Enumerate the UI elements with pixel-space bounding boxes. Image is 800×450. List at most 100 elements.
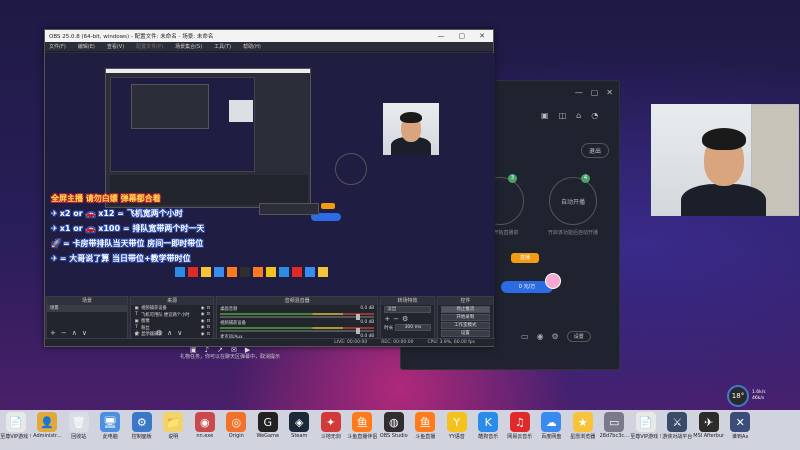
sources-header: 来源 [131,297,214,305]
logout-button[interactable]: 退出 [581,143,610,158]
desktop-shortcut[interactable]: ✦ 斗地无剑 [315,412,347,440]
desktop-shortcut[interactable]: 📄 至尊VIP游戏 领域.txt [0,412,32,440]
app-icon: 📄 [635,412,656,432]
lock-icon[interactable]: ⊡ [207,325,211,330]
menu-help[interactable]: 帮助(H) [243,43,261,50]
desktop-shortcut[interactable]: ◍ OBS Studio [378,412,410,439]
eye-icon[interactable]: ◉ [201,325,205,330]
desktop-shortcut[interactable]: ⚔ 游侠对战平台 [662,412,694,440]
obs-titlebar: OBS 25.0.8 (64-bit, windows) - 配置文件: 未命名… [45,30,493,42]
bell-icon[interactable]: ◔ [591,111,598,120]
source-item[interactable]: T 飞机可用队 便宜两个小时 ◉ ⊡ [131,312,213,319]
desktop-shortcut[interactable]: G WeGame [252,412,284,439]
desktop-shortcut[interactable]: ★ 星愿浏览器 [567,412,599,440]
chat-icon[interactable]: ▭ [521,332,529,341]
remove-icon[interactable]: − [61,329,67,337]
stop-streaming-button[interactable]: 停止推流 [440,306,490,313]
obs-preview-canvas[interactable]: 全屏主播 请勿白嫖 弹幕都合着 ✈ x2 or 🚗 x12 = 飞机宽两个小时 ✈… [45,53,495,296]
minimize-icon[interactable]: — [575,88,583,97]
add-icon[interactable]: + [134,329,140,337]
temperature-gauge: 18° [727,385,749,407]
volume-slider[interactable] [220,328,375,334]
up-icon[interactable]: ∧ [72,329,77,337]
desktop-shortcut[interactable]: 📄 至尊VIP游戏 领域1.txt [630,412,662,440]
lock-icon[interactable]: ⊡ [207,306,211,311]
settings-button[interactable]: 设置 [566,331,591,342]
menu-scene-collection[interactable]: 场景集合(S) [175,43,202,50]
scenes-dock: 场景 场景 + − ∧ ∨ [46,296,129,340]
gear-icon[interactable]: ⚙ [402,315,408,323]
scene-item[interactable]: 场景 [47,305,128,312]
desktop-shortcut[interactable]: ♫ 网易云音乐 [504,412,536,440]
studio-mode-button[interactable]: 工作室模式 [440,322,490,329]
duration-input[interactable]: 300 ms [395,324,431,331]
lock-icon[interactable]: ⊡ [207,319,211,324]
desktop-shortcut[interactable]: ⚙ 控制面板 [126,412,158,440]
desktop-shortcut[interactable]: ☁ 百度网盘 [536,412,568,440]
remove-icon[interactable]: − [393,315,399,323]
desktop-shortcut[interactable]: ✕ 谁到Ax [725,412,757,440]
shirt-icon[interactable]: ◫ [559,111,567,120]
close-icon[interactable]: ✕ [606,88,613,97]
obs-menubar: 文件(F) 编辑(E) 查看(V) 配置文件(P) 场景集合(S) 工具(T) … [45,42,493,52]
desktop-shortcut[interactable]: 🖥 此电脑 [95,412,127,440]
menu-profile[interactable]: 配置文件(P) [136,43,163,50]
menu-view[interactable]: 查看(V) [107,43,124,50]
app-icon: K [478,412,499,432]
cpu-widget[interactable]: 18° 1.6k/s 46k/s [727,384,777,408]
obs-window[interactable]: OBS 25.0.8 (64-bit, windows) - 配置文件: 未命名… [44,29,495,347]
desktop-shortcut[interactable]: ◉ nn.exe [189,412,221,439]
gear-icon[interactable]: ⚙ [552,332,559,341]
down-icon[interactable]: ∨ [82,329,87,337]
streamer-avatar[interactable] [545,273,561,289]
shortcut-label: 回收站 [71,434,87,440]
person-hair [702,128,746,150]
eye-icon[interactable]: ◉ [201,332,205,337]
menu-edit[interactable]: 编辑(E) [78,43,95,50]
desktop-shortcut[interactable]: K 酷狗音乐 [473,412,505,440]
desktop-shortcut[interactable]: 📁 说明 [158,412,190,440]
transition-select[interactable]: 淡出 [384,306,431,313]
plane-icon: ✈ [51,224,58,233]
auto-start-circle[interactable]: 4 自动开播 [549,174,597,225]
obs-statusbar: LIVE: 00:00:00 REC: 00:00:00 CPU: 3.9%, … [45,338,495,346]
desktop-shortcut[interactable]: Y YY语音 [441,412,473,440]
desktop-shortcut[interactable]: ◈ Steam [284,412,316,439]
minimize-icon[interactable]: — [438,32,445,40]
gear-icon[interactable]: ⚙ [156,329,162,337]
menu-tools[interactable]: 工具(T) [214,43,231,50]
app-icon: ☁ [541,412,562,432]
lock-icon[interactable]: ⊡ [207,312,211,317]
status-dot: 4 [581,174,590,183]
eye-icon[interactable]: ◉ [201,306,205,311]
start-recording-button[interactable]: 开始录制 [440,314,490,321]
settings-button[interactable]: 设置 [440,330,490,337]
volume-icon[interactable]: ◉ [537,332,544,341]
gift-icon[interactable]: ▣ [541,111,549,120]
menu-file[interactable]: 文件(F) [49,43,66,50]
desktop-shortcut[interactable]: 鱼斗鱼直播 [410,412,442,440]
desktop-shortcut[interactable]: 鱼斗鱼直播伴侣 [347,412,379,440]
desktop-shortcut[interactable]: 👤 Administr... [32,412,64,439]
desktop-shortcut[interactable]: ◎ Origin [221,412,253,439]
maximize-icon[interactable]: ▢ [591,88,599,97]
desktop-shortcut[interactable]: ▭ 28d7bc3c... [599,412,631,439]
volume-slider[interactable] [220,314,375,320]
eye-icon[interactable]: ◉ [201,319,205,324]
lock-icon[interactable]: ⌂ [576,111,581,120]
add-icon[interactable]: + [50,329,56,337]
app-icon: ⚔ [667,412,688,432]
up-icon[interactable]: ∧ [167,329,172,337]
maximize-icon[interactable]: ▢ [459,32,466,40]
cpu-stats: CPU: 3.9%, 60.00 fps [427,340,476,345]
lock-icon[interactable]: ⊡ [207,332,211,337]
remove-icon[interactable]: − [145,329,151,337]
desktop-shortcut[interactable]: 🗑 回收站 [63,412,95,440]
close-icon[interactable]: ✕ [479,32,485,40]
shortcut-label: 此电脑 [102,434,118,440]
audio-mixer-dock: 音频混音器 桌面音频0.0 dB 视频捕获设备0.0 dB 麦克风/Aux0.0… [216,296,379,343]
desktop-shortcut[interactable]: ✈MSI Afterburner [693,412,725,439]
eye-icon[interactable]: ◉ [201,312,205,317]
down-icon[interactable]: ∨ [177,329,182,337]
add-icon[interactable]: + [384,315,390,323]
